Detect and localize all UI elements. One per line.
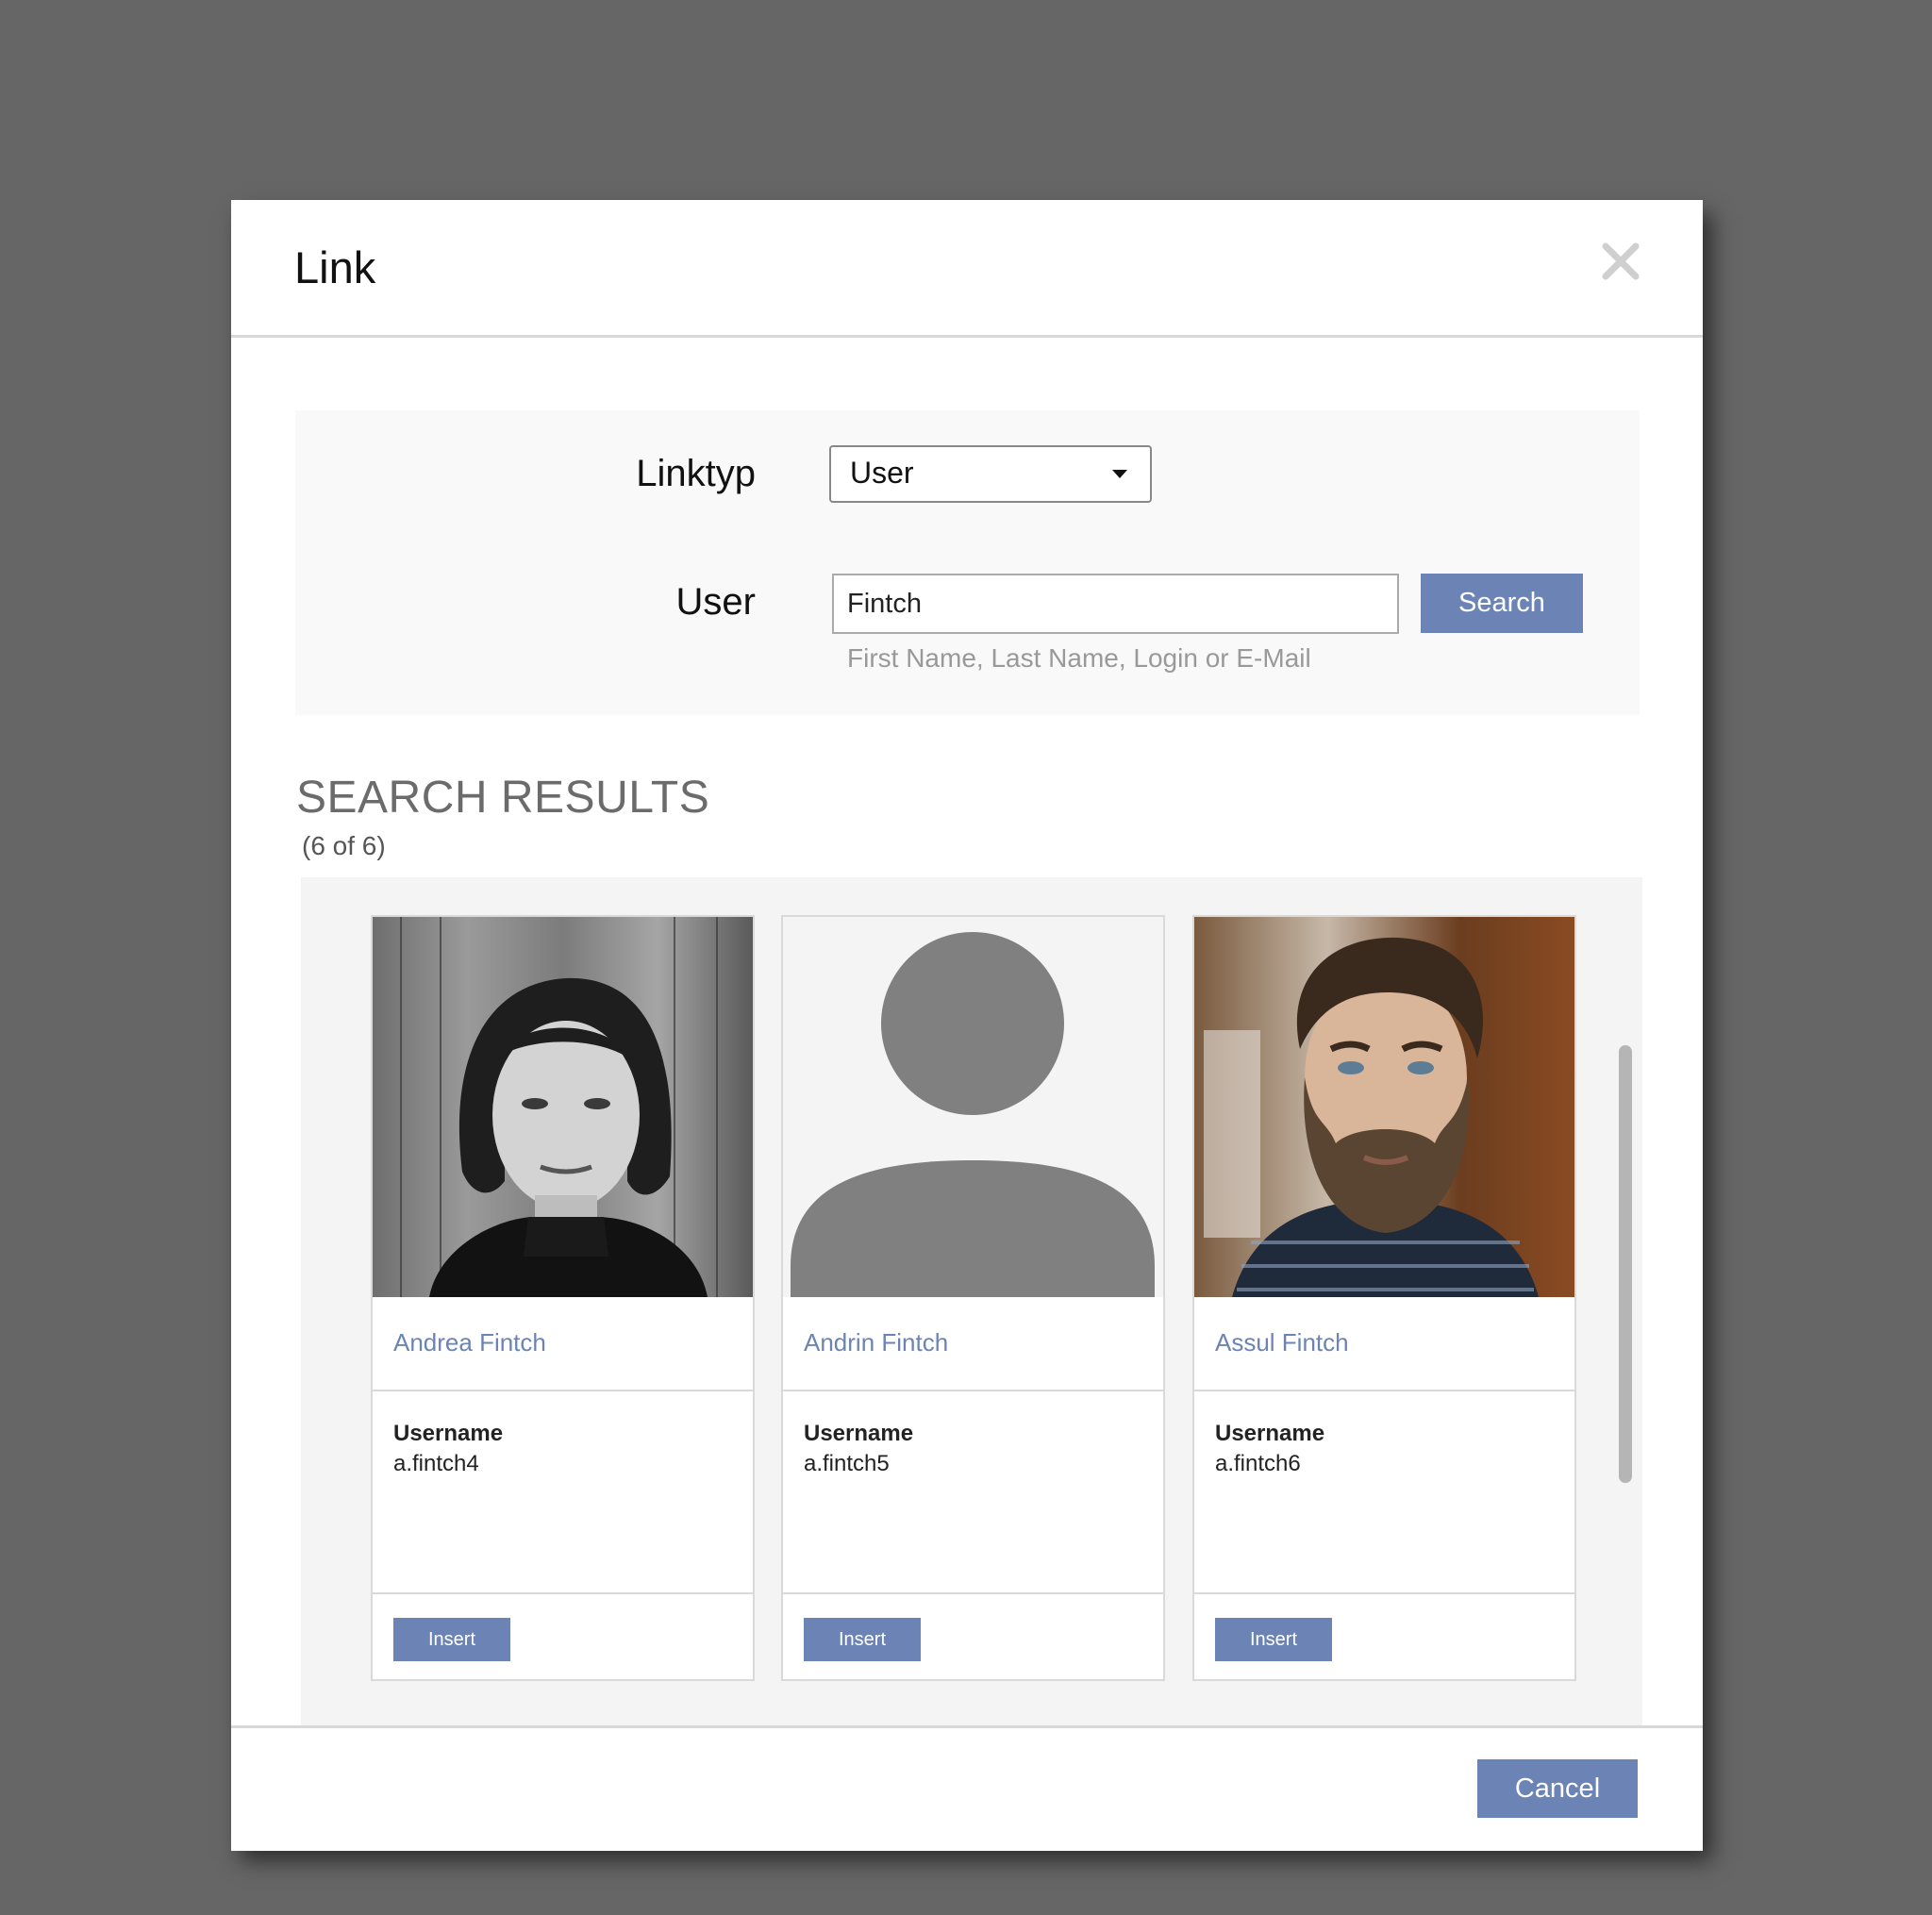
search-results-title: SEARCH RESULTS: [296, 773, 710, 823]
dialog-footer: Cancel: [231, 1725, 1703, 1851]
results-scrollbar[interactable]: [1619, 1045, 1632, 1483]
close-button[interactable]: [1595, 236, 1646, 287]
user-card-name[interactable]: Andrea Fintch: [393, 1328, 546, 1357]
card-divider: [1194, 1592, 1574, 1594]
card-divider: [783, 1390, 1163, 1391]
user-card: Assul Fintch Username a.fintch6 Insert: [1192, 915, 1576, 1681]
username-label: Username: [1215, 1421, 1325, 1446]
username-value: a.fintch4: [393, 1451, 479, 1476]
linktype-select-value: User: [850, 456, 914, 490]
user-search-hint: First Name, Last Name, Login or E-Mail: [847, 643, 1311, 673]
search-results-list: Andrea Fintch Username a.fintch4 Insert …: [301, 877, 1642, 1848]
user-card-name[interactable]: Andrin Fintch: [804, 1328, 948, 1357]
username-label: Username: [804, 1421, 914, 1446]
dialog-header: Link: [231, 200, 1703, 338]
dialog-title: Link: [294, 242, 376, 292]
chevron-down-icon: [1112, 470, 1127, 478]
user-card: Andrin Fintch Username a.fintch5 Insert: [781, 915, 1165, 1681]
card-divider: [373, 1592, 753, 1594]
card-divider: [373, 1390, 753, 1391]
link-dialog: Link Linktyp User User Search First Name…: [231, 200, 1703, 1851]
avatar-placeholder-icon: [783, 917, 1163, 1297]
user-search-input[interactable]: [832, 574, 1399, 634]
insert-button[interactable]: Insert: [804, 1618, 921, 1661]
username-value: a.fintch6: [1215, 1451, 1301, 1476]
insert-button[interactable]: Insert: [1215, 1618, 1332, 1661]
insert-button[interactable]: Insert: [393, 1618, 510, 1661]
user-label: User: [675, 581, 756, 623]
username-label: Username: [393, 1421, 504, 1446]
card-divider: [1194, 1390, 1574, 1391]
user-card: Andrea Fintch Username a.fintch4 Insert: [371, 915, 755, 1681]
card-divider: [783, 1592, 1163, 1594]
search-results-count: (6 of 6): [302, 831, 386, 860]
user-photo: [783, 917, 1163, 1297]
search-button[interactable]: Search: [1421, 574, 1583, 633]
cancel-button[interactable]: Cancel: [1477, 1759, 1638, 1818]
portrait-photo-woman: [373, 917, 753, 1297]
user-card-name[interactable]: Assul Fintch: [1215, 1328, 1349, 1357]
user-photo: [1194, 917, 1574, 1297]
close-icon: [1602, 242, 1640, 280]
linktype-select[interactable]: User: [829, 445, 1152, 503]
link-form-panel: Linktyp User User Search First Name, Las…: [295, 410, 1640, 715]
linktype-label: Linktyp: [636, 453, 756, 494]
portrait-photo-bearded-man: [1194, 917, 1574, 1297]
username-value: a.fintch5: [804, 1451, 890, 1476]
user-photo: [373, 917, 753, 1297]
